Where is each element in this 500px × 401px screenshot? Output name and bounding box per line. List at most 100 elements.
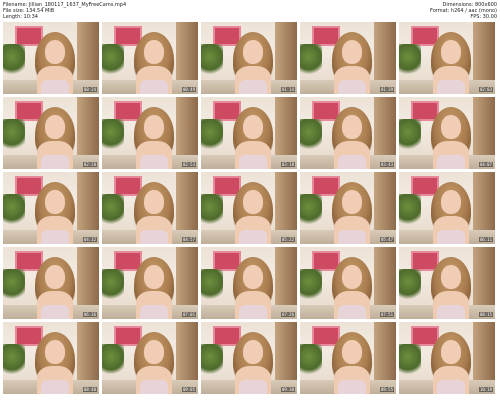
- person-face: [243, 265, 263, 289]
- clothing: [140, 380, 168, 394]
- clothing: [41, 380, 69, 394]
- timestamp-label: 01:14: [280, 87, 295, 92]
- video-thumbnail[interactable]: 01:14: [201, 22, 297, 94]
- plant: [300, 44, 322, 76]
- timestamp-label: 00:24: [82, 87, 97, 92]
- clothing: [338, 380, 366, 394]
- video-thumbnail[interactable]: 05:22: [201, 172, 297, 244]
- clothing: [239, 155, 267, 169]
- timestamp-label: 06:11: [478, 237, 493, 242]
- plant: [399, 44, 421, 76]
- clothing: [239, 305, 267, 319]
- person-face: [144, 40, 164, 64]
- length-text: Length: 10:34: [3, 14, 38, 20]
- clothing: [338, 230, 366, 244]
- video-thumbnail[interactable]: 03:43: [300, 97, 396, 169]
- plant: [102, 44, 124, 76]
- clothing: [41, 80, 69, 94]
- plant: [300, 269, 322, 301]
- person-face: [144, 115, 164, 139]
- plant: [201, 119, 223, 151]
- person-face: [441, 265, 461, 289]
- video-thumbnail[interactable]: 07:26: [201, 247, 297, 319]
- person-face: [144, 340, 164, 364]
- clothing: [437, 80, 465, 94]
- plant: [201, 194, 223, 226]
- plant: [102, 119, 124, 151]
- video-thumbnail[interactable]: 08:15: [399, 247, 495, 319]
- video-thumbnail[interactable]: 06:11: [399, 172, 495, 244]
- plant: [399, 269, 421, 301]
- plant: [201, 44, 223, 76]
- video-thumbnail[interactable]: 00:24: [3, 22, 99, 94]
- timestamp-label: 09:30: [280, 387, 295, 392]
- clothing: [140, 305, 168, 319]
- video-thumbnail[interactable]: 09:30: [201, 322, 297, 394]
- timestamp-label: 02:28: [82, 162, 97, 167]
- person-face: [342, 265, 362, 289]
- clothing: [140, 230, 168, 244]
- plant: [102, 344, 124, 376]
- person-face: [45, 265, 65, 289]
- clothing: [239, 380, 267, 394]
- clothing: [338, 155, 366, 169]
- video-thumbnail[interactable]: 09:55: [300, 322, 396, 394]
- plant: [300, 119, 322, 151]
- video-thumbnail[interactable]: 00:49: [102, 22, 198, 94]
- clothing: [41, 305, 69, 319]
- video-thumbnail[interactable]: 07:01: [102, 247, 198, 319]
- timestamp-label: 10:19: [478, 387, 493, 392]
- timestamp-label: 03:43: [379, 162, 394, 167]
- plant: [201, 344, 223, 376]
- timestamp-label: 07:26: [280, 312, 295, 317]
- timestamp-label: 07:01: [181, 312, 196, 317]
- clothing: [437, 380, 465, 394]
- video-thumbnail[interactable]: 02:03: [399, 22, 495, 94]
- video-thumbnail[interactable]: 07:51: [300, 247, 396, 319]
- plant: [399, 194, 421, 226]
- person-face: [45, 190, 65, 214]
- video-thumbnail[interactable]: 04:32: [3, 172, 99, 244]
- plant: [3, 119, 25, 151]
- video-thumbnail[interactable]: 04:07: [399, 97, 495, 169]
- video-thumbnail[interactable]: 02:28: [3, 97, 99, 169]
- video-thumbnail[interactable]: 10:19: [399, 322, 495, 394]
- person-face: [243, 340, 263, 364]
- timestamp-label: 05:47: [379, 237, 394, 242]
- plant: [3, 344, 25, 376]
- clothing: [41, 155, 69, 169]
- video-thumbnail[interactable]: 06:36: [3, 247, 99, 319]
- person-face: [144, 265, 164, 289]
- video-thumbnail[interactable]: 05:47: [300, 172, 396, 244]
- timestamp-label: 04:57: [181, 237, 196, 242]
- clothing: [338, 80, 366, 94]
- plant: [399, 344, 421, 376]
- plant: [3, 269, 25, 301]
- video-thumbnail[interactable]: 02:53: [102, 97, 198, 169]
- video-thumbnail[interactable]: 03:18: [201, 97, 297, 169]
- timestamp-label: 05:22: [280, 237, 295, 242]
- person-face: [243, 40, 263, 64]
- clothing: [437, 305, 465, 319]
- timestamp-label: 08:15: [478, 312, 493, 317]
- plant: [3, 44, 25, 76]
- video-thumbnail[interactable]: 09:05: [102, 322, 198, 394]
- person-face: [243, 190, 263, 214]
- thumbnail-grid: 00:24 00:49 01:14 01:39 02:03 02:28 02:53 03:18…: [3, 22, 495, 394]
- clothing: [239, 230, 267, 244]
- contact-sheet-header: Filename: Jillian_180117_1637_MyFreeCams…: [0, 0, 500, 22]
- video-thumbnail[interactable]: 08:40: [3, 322, 99, 394]
- video-thumbnail[interactable]: 01:39: [300, 22, 396, 94]
- person-face: [441, 115, 461, 139]
- clothing: [437, 230, 465, 244]
- person-face: [342, 340, 362, 364]
- person-face: [243, 115, 263, 139]
- file-info: Filename: Jillian_180117_1637_MyFreeCams…: [3, 2, 126, 20]
- person-face: [342, 190, 362, 214]
- plant: [3, 194, 25, 226]
- timestamp-label: 07:51: [379, 312, 394, 317]
- video-thumbnail[interactable]: 04:57: [102, 172, 198, 244]
- timestamp-label: 01:39: [379, 87, 394, 92]
- plant: [300, 344, 322, 376]
- timestamp-label: 02:53: [181, 162, 196, 167]
